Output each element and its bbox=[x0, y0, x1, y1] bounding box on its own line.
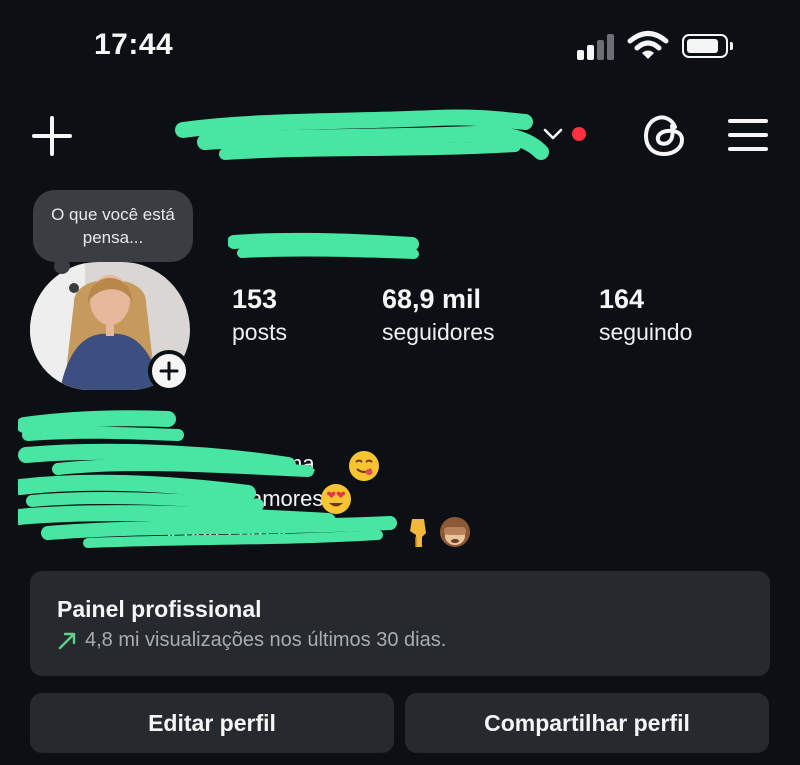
display-name-redacted bbox=[228, 232, 419, 259]
stat-label: seguindo bbox=[599, 319, 693, 345]
stat-following[interactable]: 164 seguindo bbox=[599, 284, 692, 346]
note-bubble-tail bbox=[54, 258, 70, 274]
heart-eyes-emoji-icon bbox=[321, 484, 351, 514]
stat-followers[interactable]: 68,9 mil seguidores bbox=[382, 284, 495, 346]
status-time: 17:44 bbox=[94, 28, 174, 61]
username-redacted[interactable] bbox=[175, 108, 555, 164]
stat-label: posts bbox=[232, 319, 287, 345]
stat-value: 68,9 mil bbox=[382, 284, 482, 314]
pointing-down-emoji-icon bbox=[410, 519, 426, 547]
dashboard-title: Painel profissional bbox=[57, 596, 262, 622]
bio: ma amores separei pra v bbox=[18, 405, 478, 555]
battery-icon bbox=[682, 34, 733, 58]
cellular-signal-icon bbox=[577, 34, 617, 60]
stat-value: 153 bbox=[232, 284, 278, 314]
notification-dot bbox=[572, 127, 586, 141]
stat-posts[interactable]: 153 posts bbox=[232, 284, 287, 346]
note-bubble-tail-small bbox=[69, 283, 79, 293]
plus-icon bbox=[159, 361, 179, 381]
new-post-plus-icon[interactable] bbox=[30, 114, 74, 158]
stat-label: seguidores bbox=[382, 319, 495, 345]
trend-up-arrow-icon bbox=[58, 632, 76, 649]
share-profile-button[interactable]: Compartilhar perfil bbox=[405, 693, 769, 753]
note-text: O que você está pensa... bbox=[51, 205, 175, 247]
add-story-button[interactable] bbox=[148, 350, 190, 392]
chevron-down-icon[interactable] bbox=[543, 127, 563, 141]
see-no-evil-monkey-emoji-icon bbox=[440, 517, 470, 547]
threads-icon[interactable] bbox=[642, 112, 688, 158]
profile-screen: 17:44 O que você está pensa... 153 posts… bbox=[0, 0, 800, 765]
wifi-icon bbox=[627, 31, 669, 59]
hamburger-menu-icon[interactable] bbox=[727, 116, 769, 154]
dashboard-subtitle: 4,8 mi visualizações nos últimos 30 dias… bbox=[85, 629, 447, 651]
dashboard-subtitle-row: 4,8 mi visualizações nos últimos 30 dias… bbox=[57, 629, 743, 652]
professional-dashboard-card[interactable]: Painel profissional 4,8 mi visualizações… bbox=[30, 571, 770, 676]
stat-value: 164 bbox=[599, 284, 645, 314]
yum-face-emoji-icon bbox=[349, 451, 379, 481]
edit-profile-button[interactable]: Editar perfil bbox=[30, 693, 394, 753]
note-bubble[interactable]: O que você está pensa... bbox=[33, 190, 193, 262]
